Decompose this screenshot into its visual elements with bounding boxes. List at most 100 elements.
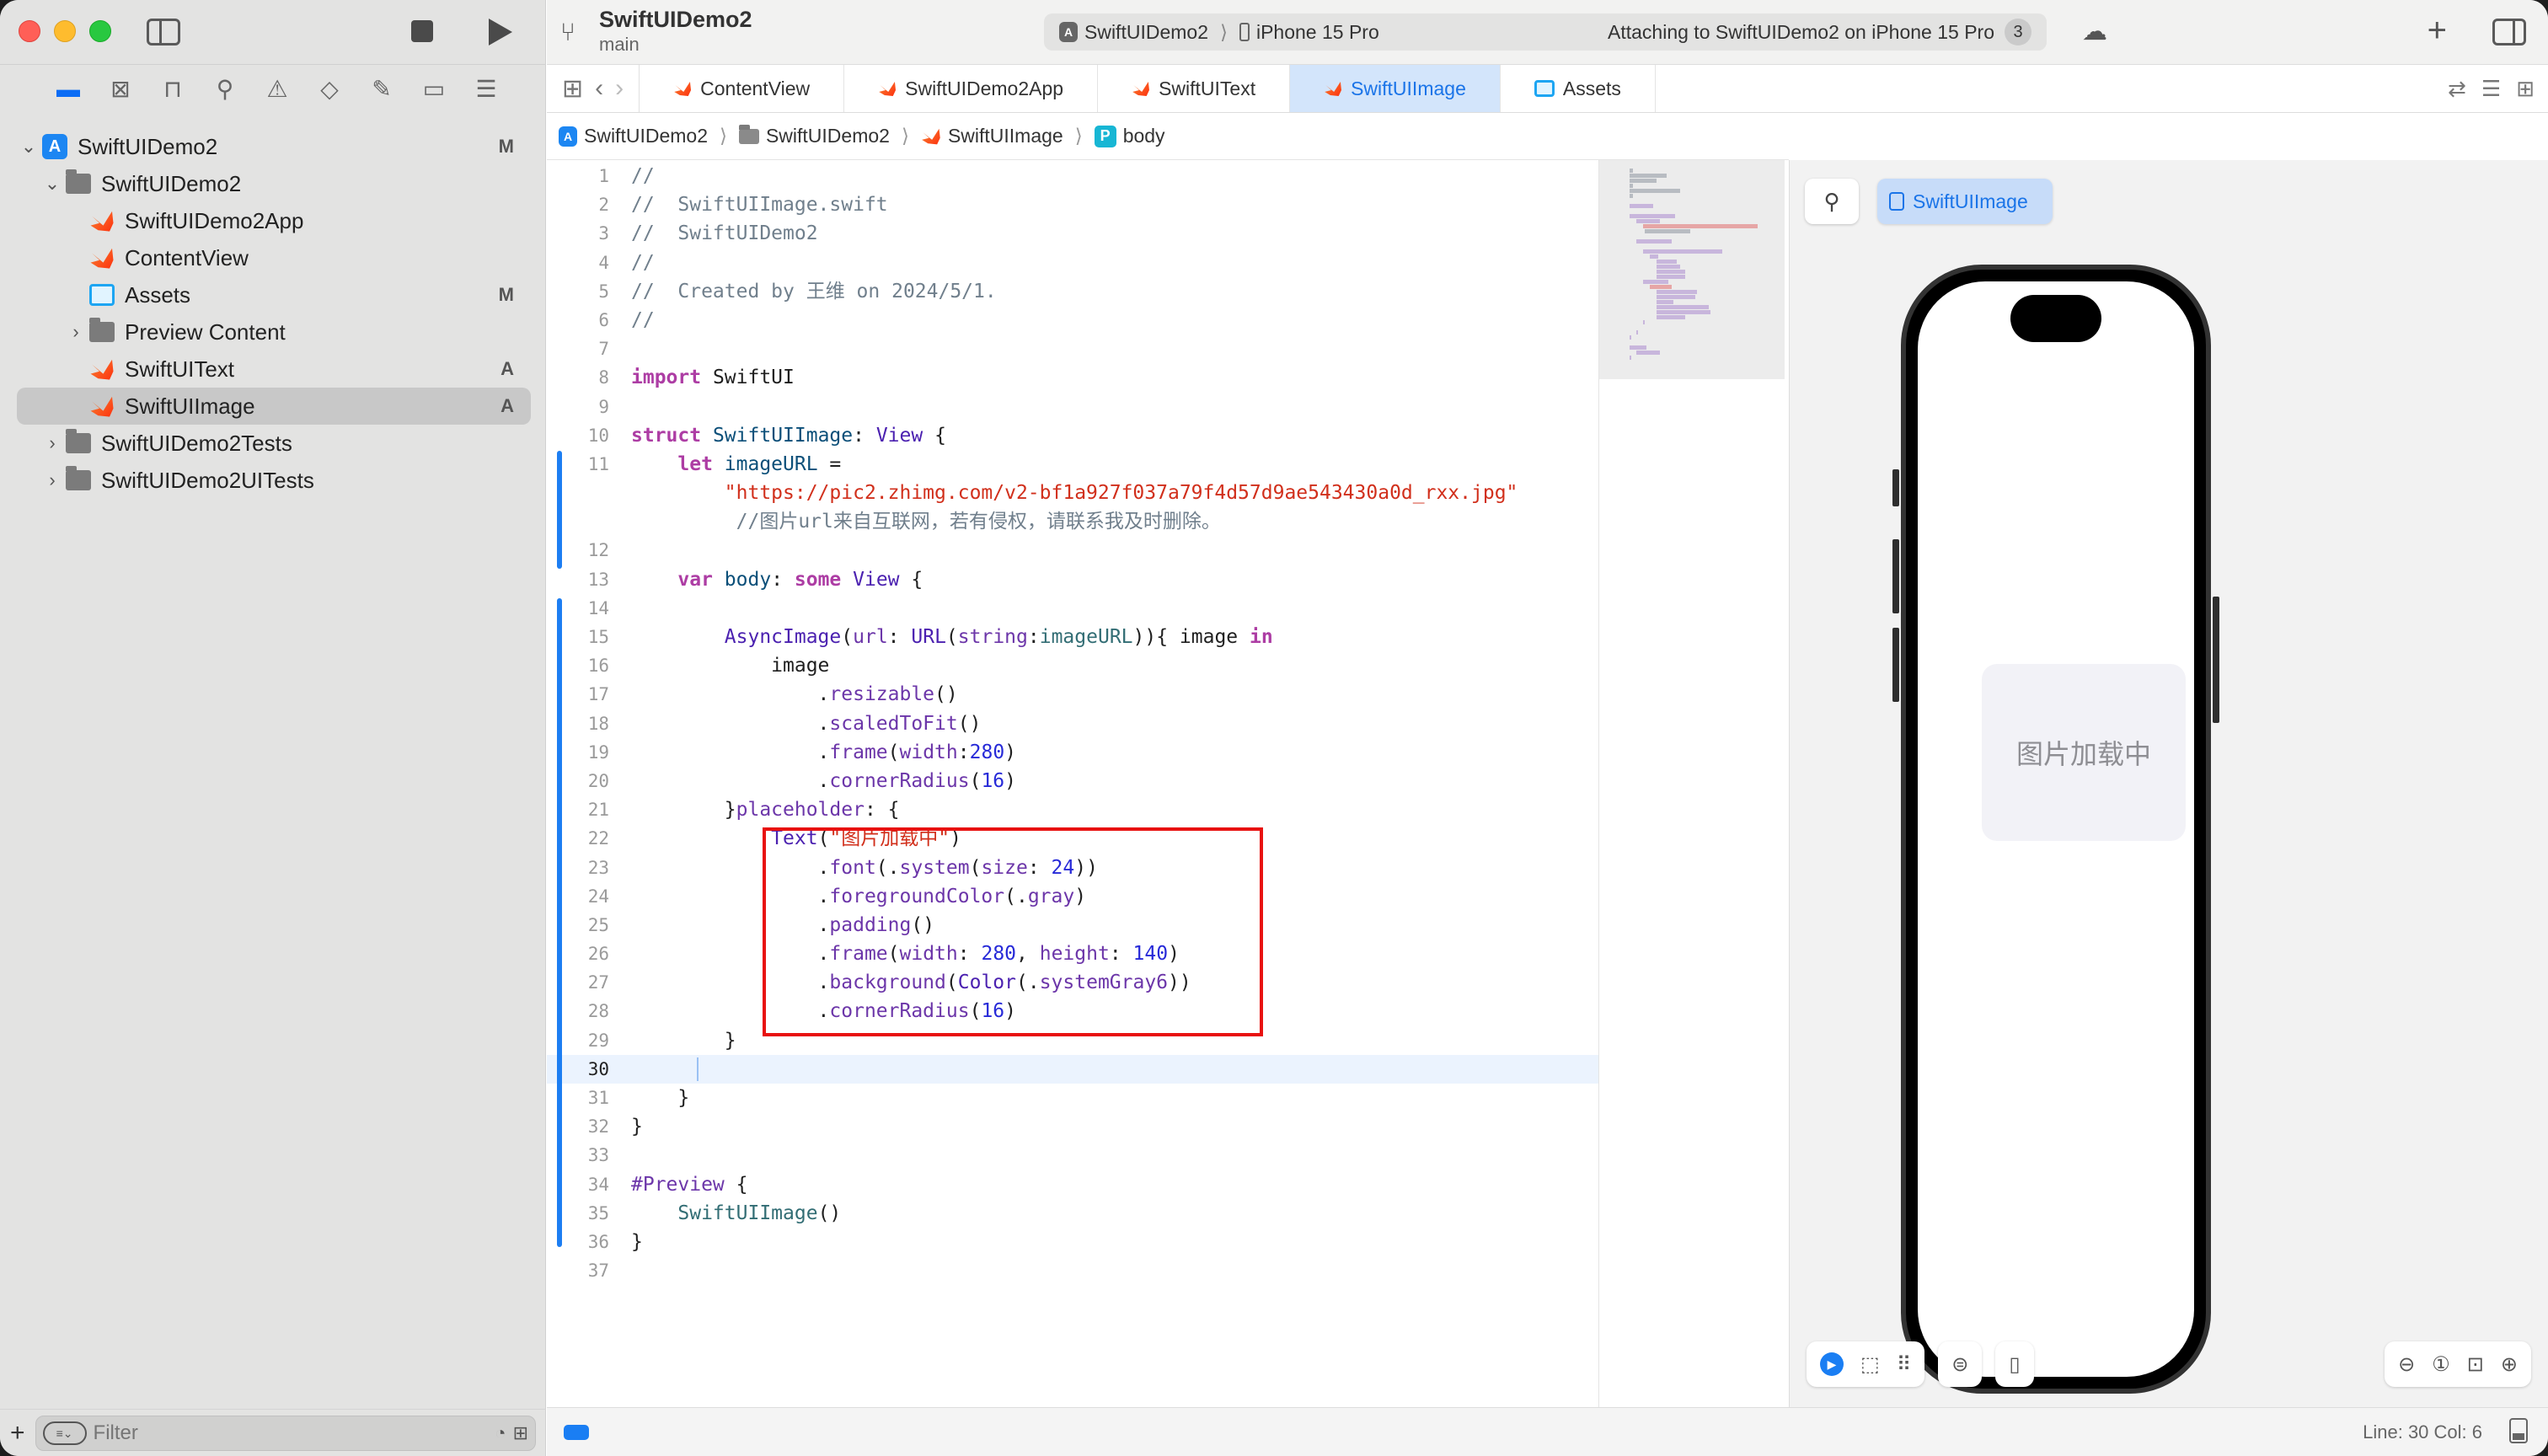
code-line[interactable]: 11 let imageURL = [547, 450, 1598, 479]
bookmark-icon[interactable]: ⊓ [156, 75, 190, 103]
tree-item-group[interactable]: › SwiftUIDemo2UITests [17, 462, 531, 499]
scheme-selector[interactable]: A SwiftUIDemo2 [1059, 21, 1208, 44]
zoom-in-icon[interactable]: ⊕ [2501, 1352, 2518, 1377]
code-line[interactable]: 14 [547, 594, 1598, 623]
code-line[interactable]: 3 // SwiftUIDemo2 [547, 219, 1598, 248]
destination-selector[interactable]: iPhone 15 Pro [1239, 21, 1379, 44]
code-line[interactable]: 10 struct SwiftUIImage: View { [547, 421, 1598, 450]
tree-item-project[interactable]: ⌄ A SwiftUIDemo2 M [17, 128, 531, 165]
tree-item-file[interactable]: ContentView [17, 239, 531, 276]
source-editor[interactable]: 1 // 2 // SwiftUIImage.swift 3 // SwiftUIDemo… [547, 160, 1598, 1407]
grid-icon[interactable]: ⊞ [562, 74, 583, 104]
tree-item-group[interactable]: ⌄ SwiftUIDemo2 [17, 165, 531, 202]
code-line[interactable]: 27 .background(Color(.systemGray6)) [547, 968, 1598, 997]
chevron-down-icon[interactable]: ⌄ [40, 173, 64, 195]
chevron-down-icon[interactable]: ⌄ [17, 136, 40, 158]
chevron-right-icon[interactable]: › [40, 469, 64, 491]
code-line[interactable]: 22 Text("图片加载中") [547, 824, 1598, 853]
inspector-toggle-icon[interactable] [2492, 19, 2526, 46]
zoom-100-icon[interactable]: ① [2432, 1352, 2450, 1377]
breadcrumb-group[interactable]: SwiftUIDemo2 [738, 124, 890, 147]
zoom-fit-icon[interactable]: ⊡ [2467, 1352, 2484, 1377]
code-line[interactable]: 21 }placeholder: { [547, 795, 1598, 824]
code-line[interactable]: 4 // [547, 249, 1598, 277]
code-line[interactable]: 9 [547, 393, 1598, 421]
warning-icon[interactable]: ⚠ [260, 75, 294, 103]
library-add-icon[interactable]: + [2428, 12, 2447, 50]
device-icon[interactable]: ▯ [2009, 1352, 2020, 1377]
minimap-visible-region[interactable] [1599, 160, 1785, 379]
panel-toggle-icon[interactable] [2509, 1418, 2528, 1443]
code-line[interactable]: 1 // [547, 162, 1598, 190]
recent-files-icon[interactable]: ◔ [495, 1422, 506, 1444]
debug-area-toggle[interactable] [564, 1425, 589, 1440]
chevron-right-icon[interactable]: › [64, 321, 88, 343]
activity-count-badge[interactable]: 3 [2005, 19, 2031, 46]
code-line[interactable]: 6 // [547, 306, 1598, 335]
report-icon[interactable]: ☰ [469, 75, 503, 103]
code-line[interactable]: 36} [547, 1228, 1598, 1256]
test-icon[interactable]: ◇ [313, 75, 346, 103]
minimize-button[interactable] [54, 20, 76, 42]
device-settings-icon[interactable]: ⊜ [1951, 1352, 1968, 1377]
code-line[interactable]: 29 } [547, 1026, 1598, 1055]
code-line[interactable]: 28 .cornerRadius(16) [547, 997, 1598, 1025]
code-line[interactable]: 33 [547, 1141, 1598, 1170]
minimap[interactable] [1598, 160, 1789, 1407]
code-line[interactable]: 25 .padding() [547, 911, 1598, 939]
variants-icon[interactable]: ⠿ [1897, 1352, 1912, 1377]
tree-item-file-selected[interactable]: SwiftUIImage A [17, 388, 531, 425]
code-line[interactable]: 15 AsyncImage(url: URL(string:imageURL))… [547, 623, 1598, 651]
folder-icon[interactable]: ▬ [51, 76, 85, 103]
code-line[interactable]: 32} [547, 1112, 1598, 1141]
code-line[interactable]: 19 .frame(width:280) [547, 738, 1598, 767]
tab-swiftuidemo2app[interactable]: SwiftUIDemo2App [844, 65, 1099, 112]
tab-swiftuitext[interactable]: SwiftUIText [1098, 65, 1291, 112]
stop-button[interactable] [411, 20, 433, 42]
forward-icon[interactable]: › [615, 74, 624, 103]
code-line[interactable]: 37 [547, 1256, 1598, 1285]
back-icon[interactable]: ‹ [595, 74, 603, 103]
search-icon[interactable]: ⚲ [208, 75, 242, 103]
code-line[interactable]: 18 .scaledToFit() [547, 709, 1598, 738]
add-editor-icon[interactable]: ⊞ [2516, 76, 2535, 102]
tab-contentview[interactable]: ContentView [640, 65, 845, 112]
breadcrumb-symbol[interactable]: P body [1094, 125, 1165, 147]
filter-options-icon[interactable]: ≡⌄ [42, 1421, 87, 1445]
zoom-out-icon[interactable]: ⊖ [2398, 1352, 2415, 1377]
code-line[interactable]: 5 // Created by 王维 on 2024/5/1. [547, 277, 1598, 306]
code-line[interactable]: 2 // SwiftUIImage.swift [547, 190, 1598, 219]
code-line[interactable]: "https://pic2.zhimg.com/v2-bf1a927f037a7… [547, 479, 1598, 507]
code-line[interactable]: 24 .foregroundColor(.gray) [547, 882, 1598, 911]
code-line[interactable]: 8 import SwiftUI [547, 363, 1598, 392]
run-button[interactable] [489, 19, 512, 46]
source-control-icon[interactable]: ⊠ [104, 75, 137, 103]
tab-assets[interactable]: Assets [1501, 65, 1656, 112]
code-line[interactable]: 16 image [547, 651, 1598, 680]
code-line[interactable]: 30 [547, 1054, 1598, 1084]
tree-item-group[interactable]: › SwiftUIDemo2Tests [17, 425, 531, 462]
tree-item-file[interactable]: Assets M [17, 276, 531, 313]
live-play-icon[interactable]: ▶ [1820, 1352, 1844, 1376]
chevron-right-icon[interactable]: › [40, 432, 64, 454]
code-line[interactable]: 17 .resizable() [547, 680, 1598, 709]
breadcrumb-project[interactable]: A SwiftUIDemo2 [559, 125, 708, 147]
code-line[interactable]: 12 [547, 536, 1598, 565]
select-icon[interactable]: ⬚ [1860, 1352, 1880, 1377]
related-items-icon[interactable]: ⇄ [2448, 76, 2466, 102]
code-line[interactable]: 26 .frame(width: 280, height: 140) [547, 939, 1598, 968]
zoom-button[interactable] [89, 20, 111, 42]
code-line[interactable]: 23 .font(.system(size: 24)) [547, 854, 1598, 882]
tree-item-group[interactable]: › Preview Content [17, 313, 531, 351]
breadcrumb-file[interactable]: SwiftUIImage [921, 125, 1063, 147]
filter-input[interactable] [93, 1421, 489, 1445]
pin-icon[interactable]: ⚲ [1805, 179, 1859, 224]
sidebar-toggle-icon[interactable] [147, 19, 180, 46]
tab-swiftuiimage[interactable]: SwiftUIImage [1290, 65, 1501, 112]
code-line[interactable]: 34 #Preview { [547, 1170, 1598, 1199]
tree-item-file[interactable]: SwiftUIDemo2App [17, 202, 531, 239]
tree-item-file[interactable]: SwiftUIText A [17, 351, 531, 388]
debug-icon[interactable]: ✎ [365, 75, 399, 103]
editor-options-icon[interactable]: ☰ [2481, 76, 2501, 102]
source-control-filter-icon[interactable]: ⊞ [513, 1422, 528, 1444]
